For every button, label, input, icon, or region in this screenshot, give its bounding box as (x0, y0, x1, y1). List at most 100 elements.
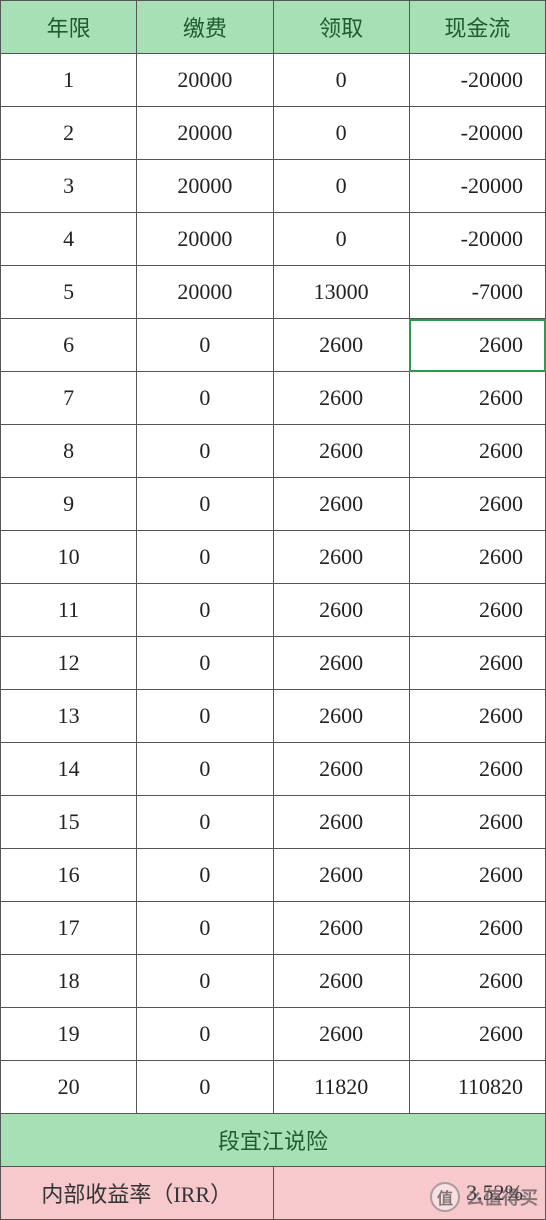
cell-year[interactable]: 10 (1, 531, 137, 584)
cell-cash[interactable]: 2600 (409, 531, 545, 584)
cell-get[interactable]: 2600 (273, 584, 409, 637)
cell-get[interactable]: 2600 (273, 690, 409, 743)
cell-cash[interactable]: -7000 (409, 266, 545, 319)
table-row: 9026002600 (1, 478, 546, 531)
cell-year[interactable]: 6 (1, 319, 137, 372)
cell-cash[interactable]: 2600 (409, 902, 545, 955)
cell-pay[interactable]: 0 (137, 796, 273, 849)
cell-cash[interactable]: 110820 (409, 1061, 545, 1114)
cell-year[interactable]: 19 (1, 1008, 137, 1061)
cell-pay[interactable]: 0 (137, 478, 273, 531)
cell-pay[interactable]: 0 (137, 1008, 273, 1061)
table-row: 18026002600 (1, 955, 546, 1008)
cell-get[interactable]: 2600 (273, 319, 409, 372)
cell-year[interactable]: 9 (1, 478, 137, 531)
cell-cash[interactable]: 2600 (409, 372, 545, 425)
cell-year[interactable]: 1 (1, 54, 137, 107)
cell-cash[interactable]: 2600 (409, 425, 545, 478)
cell-year[interactable]: 3 (1, 160, 137, 213)
cell-get[interactable]: 0 (273, 213, 409, 266)
cell-year[interactable]: 14 (1, 743, 137, 796)
cell-get[interactable]: 2600 (273, 796, 409, 849)
cell-get[interactable]: 2600 (273, 637, 409, 690)
cell-year[interactable]: 15 (1, 796, 137, 849)
cell-pay[interactable]: 0 (137, 637, 273, 690)
cell-cash[interactable]: 2600 (409, 319, 545, 372)
col-pay-header: 缴费 (137, 1, 273, 54)
cell-get[interactable]: 2600 (273, 478, 409, 531)
cell-get[interactable]: 13000 (273, 266, 409, 319)
cell-pay[interactable]: 0 (137, 319, 273, 372)
cell-pay[interactable]: 0 (137, 849, 273, 902)
cell-get[interactable]: 0 (273, 107, 409, 160)
cell-pay[interactable]: 0 (137, 690, 273, 743)
cell-get[interactable]: 2600 (273, 372, 409, 425)
table-row: 6026002600 (1, 319, 546, 372)
cell-get[interactable]: 2600 (273, 425, 409, 478)
cell-pay[interactable]: 0 (137, 425, 273, 478)
cell-pay[interactable]: 0 (137, 1061, 273, 1114)
cell-get[interactable]: 0 (273, 54, 409, 107)
cell-cash[interactable]: 2600 (409, 1008, 545, 1061)
cell-cash[interactable]: -20000 (409, 107, 545, 160)
irr-row: 内部收益率（IRR） 3.52% (1, 1167, 546, 1220)
cell-pay[interactable]: 0 (137, 743, 273, 796)
cell-year[interactable]: 8 (1, 425, 137, 478)
table-row: 15026002600 (1, 796, 546, 849)
cell-year[interactable]: 18 (1, 955, 137, 1008)
cell-year[interactable]: 17 (1, 902, 137, 955)
table-row: 52000013000-7000 (1, 266, 546, 319)
cell-get[interactable]: 2600 (273, 955, 409, 1008)
cell-pay[interactable]: 20000 (137, 213, 273, 266)
cell-pay[interactable]: 20000 (137, 54, 273, 107)
cell-pay[interactable]: 0 (137, 902, 273, 955)
cell-year[interactable]: 11 (1, 584, 137, 637)
cell-year[interactable]: 20 (1, 1061, 137, 1114)
cell-get[interactable]: 2600 (273, 743, 409, 796)
table-row: 7026002600 (1, 372, 546, 425)
cell-cash[interactable]: 2600 (409, 955, 545, 1008)
cell-year[interactable]: 2 (1, 107, 137, 160)
cell-pay[interactable]: 20000 (137, 107, 273, 160)
table-row: 2200000-20000 (1, 107, 546, 160)
cell-cash[interactable]: -20000 (409, 54, 545, 107)
cell-pay[interactable]: 20000 (137, 160, 273, 213)
cell-get[interactable]: 2600 (273, 1008, 409, 1061)
cell-cash[interactable]: 2600 (409, 796, 545, 849)
cell-year[interactable]: 5 (1, 266, 137, 319)
table-row: 17026002600 (1, 902, 546, 955)
cell-cash[interactable]: 2600 (409, 637, 545, 690)
cell-pay[interactable]: 0 (137, 372, 273, 425)
cell-get[interactable]: 2600 (273, 531, 409, 584)
cell-cash[interactable]: 2600 (409, 849, 545, 902)
cell-year[interactable]: 13 (1, 690, 137, 743)
cell-cash[interactable]: -20000 (409, 160, 545, 213)
cell-cash[interactable]: 2600 (409, 743, 545, 796)
table-row: 1200000-20000 (1, 54, 546, 107)
cell-get[interactable]: 0 (273, 160, 409, 213)
table-row: 16026002600 (1, 849, 546, 902)
table-row: 10026002600 (1, 531, 546, 584)
cell-cash[interactable]: 2600 (409, 584, 545, 637)
cell-get[interactable]: 2600 (273, 902, 409, 955)
cell-pay[interactable]: 0 (137, 531, 273, 584)
cell-pay[interactable]: 20000 (137, 266, 273, 319)
cell-pay[interactable]: 0 (137, 584, 273, 637)
table-row: 3200000-20000 (1, 160, 546, 213)
cell-cash[interactable]: -20000 (409, 213, 545, 266)
cell-pay[interactable]: 0 (137, 955, 273, 1008)
cell-year[interactable]: 4 (1, 213, 137, 266)
cell-year[interactable]: 7 (1, 372, 137, 425)
author-text: 段宜江说险 (1, 1114, 546, 1167)
cashflow-table: 年限 缴费 领取 现金流 1200000-200002200000-200003… (0, 0, 546, 1220)
table-row: 8026002600 (1, 425, 546, 478)
table-row: 19026002600 (1, 1008, 546, 1061)
irr-value: 3.52% (273, 1167, 546, 1220)
irr-label: 内部收益率（IRR） (1, 1167, 274, 1220)
cell-year[interactable]: 12 (1, 637, 137, 690)
cell-cash[interactable]: 2600 (409, 478, 545, 531)
cell-cash[interactable]: 2600 (409, 690, 545, 743)
cell-get[interactable]: 11820 (273, 1061, 409, 1114)
cell-get[interactable]: 2600 (273, 849, 409, 902)
cell-year[interactable]: 16 (1, 849, 137, 902)
